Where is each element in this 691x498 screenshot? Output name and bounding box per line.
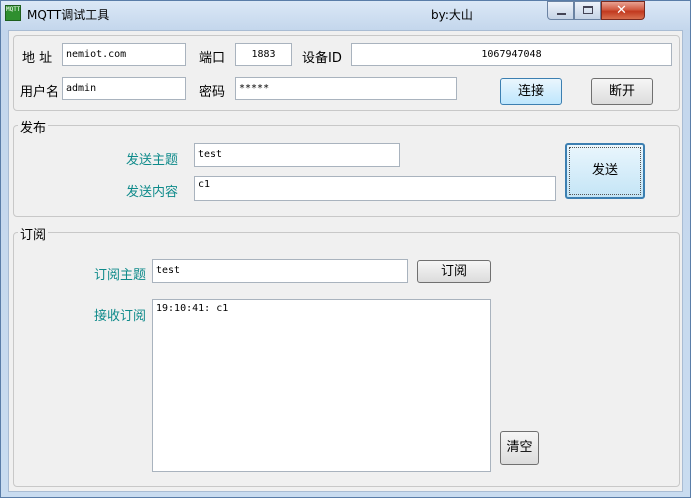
- disconnect-button[interactable]: 断开: [591, 78, 653, 105]
- send-button[interactable]: 发送: [565, 143, 645, 199]
- publish-topic-label: 发送主题: [126, 153, 179, 168]
- title-bar[interactable]: MQTT MQTT调试工具 by:大山 ✕: [1, 1, 690, 27]
- connect-button[interactable]: 连接: [500, 78, 562, 105]
- maximize-icon: [583, 6, 593, 14]
- password-label: 密码: [199, 85, 226, 100]
- app-icon-text: MQTT: [6, 6, 21, 13]
- address-input[interactable]: nemiot.com: [62, 43, 186, 66]
- publish-group-title: 发布: [18, 117, 49, 136]
- close-icon: ✕: [616, 3, 627, 18]
- author-label: by:大山: [431, 8, 473, 22]
- app-window: MQTT MQTT调试工具 by:大山 ✕ 地 址 nemiot.com 端口 …: [0, 0, 691, 498]
- receive-label: 接收订阅: [94, 309, 147, 324]
- minimize-icon: [557, 13, 566, 15]
- maximize-button[interactable]: [574, 1, 601, 20]
- port-input[interactable]: 1883: [235, 43, 292, 66]
- username-input[interactable]: admin: [62, 77, 186, 100]
- publish-topic-input[interactable]: test: [194, 143, 400, 167]
- password-input[interactable]: *****: [235, 77, 457, 100]
- subscribe-group-title: 订阅: [18, 224, 49, 243]
- device-id-input[interactable]: 1067947048: [351, 43, 672, 66]
- clear-button[interactable]: 清空: [500, 431, 539, 465]
- subscribe-topic-input[interactable]: test: [152, 259, 408, 283]
- app-icon: MQTT: [5, 5, 21, 21]
- username-label: 用户名: [20, 85, 60, 100]
- window-title: MQTT调试工具: [27, 8, 110, 22]
- minimize-button[interactable]: [547, 1, 574, 20]
- publish-content-label: 发送内容: [126, 185, 179, 200]
- publish-content-input[interactable]: c1: [194, 176, 556, 201]
- subscribe-button[interactable]: 订阅: [417, 260, 491, 283]
- received-messages-area[interactable]: 19:10:41: c1: [152, 299, 491, 472]
- client-area: 地 址 nemiot.com 端口 1883 设备ID 1067947048 用…: [8, 30, 683, 492]
- subscribe-topic-label: 订阅主题: [94, 268, 147, 283]
- port-label: 端口: [199, 51, 226, 66]
- device-id-label: 设备ID: [302, 51, 342, 66]
- address-label: 地 址: [22, 51, 53, 66]
- close-button[interactable]: ✕: [601, 1, 645, 20]
